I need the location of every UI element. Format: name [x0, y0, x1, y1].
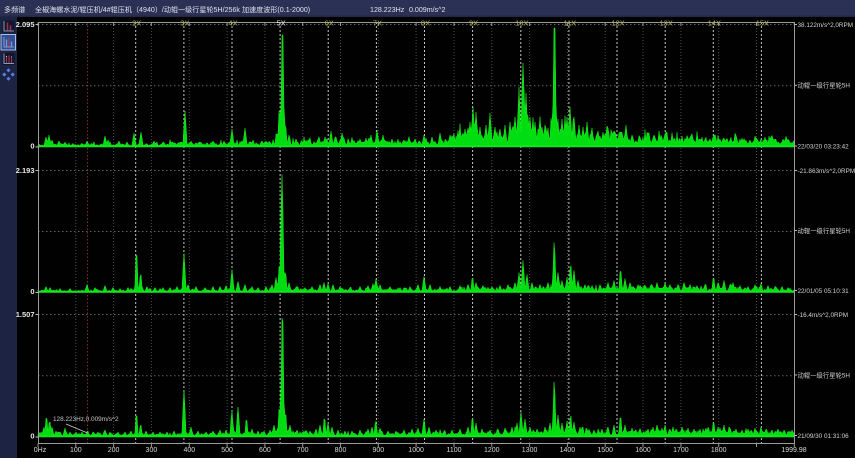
svg-text:600: 600 — [259, 447, 271, 454]
svg-text:8X: 8X — [421, 19, 430, 28]
svg-text:1500: 1500 — [597, 447, 613, 454]
svg-text:500: 500 — [221, 447, 233, 454]
svg-text:1400: 1400 — [560, 447, 576, 454]
svg-text:3X: 3X — [180, 19, 189, 28]
svg-text:22/01/05 05:10:31: 22/01/05 05:10:31 — [798, 288, 850, 295]
svg-text:0: 0 — [30, 432, 34, 441]
svg-text:0: 0 — [30, 287, 34, 296]
svg-text:9X: 9X — [469, 19, 478, 28]
svg-text:15X: 15X — [756, 19, 769, 28]
svg-text:22/03/20 03:23:42: 22/03/20 03:23:42 — [798, 143, 850, 150]
svg-text:2X: 2X — [132, 19, 141, 28]
svg-text:128.223Hz: 128.223Hz — [370, 6, 405, 14]
svg-text:21/09/30 01:31:06: 21/09/30 01:31:06 — [798, 433, 850, 440]
svg-text:900: 900 — [372, 447, 384, 454]
svg-text:11X: 11X — [564, 19, 577, 28]
svg-text:800: 800 — [335, 447, 347, 454]
svg-text:1.507: 1.507 — [16, 310, 35, 319]
svg-text:1800: 1800 — [711, 447, 727, 454]
svg-text:-16.4m/s^2,0RPM: -16.4m/s^2,0RPM — [798, 312, 849, 319]
svg-text:1100: 1100 — [446, 447, 461, 454]
svg-text:10X: 10X — [515, 19, 528, 28]
svg-text:200: 200 — [108, 447, 120, 454]
svg-text:全椒海螺水泥/辊压机/4#辊压机（4940）/动辊一级行星轮: 全椒海螺水泥/辊压机/4#辊压机（4940）/动辊一级行星轮5H/256k 加速… — [35, 5, 310, 14]
svg-text:1000: 1000 — [408, 447, 424, 454]
svg-text:5X: 5X — [277, 19, 286, 28]
svg-text:7X: 7X — [373, 19, 382, 28]
svg-text:0Hz: 0Hz — [34, 447, 47, 454]
svg-text:128.223Hz,0.009m/s^2: 128.223Hz,0.009m/s^2 — [53, 416, 119, 423]
svg-text:1999.98: 1999.98 — [781, 447, 806, 454]
svg-text:300: 300 — [146, 447, 158, 454]
svg-text:2.095: 2.095 — [16, 20, 35, 29]
svg-text:12X: 12X — [611, 19, 624, 28]
svg-text:动辊一级行星轮5H: 动辊一级行星轮5H — [798, 226, 851, 235]
svg-text:700: 700 — [297, 447, 309, 454]
svg-text:1200: 1200 — [484, 447, 500, 454]
svg-text:14X: 14X — [708, 19, 721, 28]
svg-text:38.122m/s^2,0RPM: 38.122m/s^2,0RPM — [798, 22, 854, 29]
svg-text:1300: 1300 — [522, 447, 538, 454]
svg-text:0.009m/s^2: 0.009m/s^2 — [409, 6, 446, 14]
svg-text:2.193: 2.193 — [16, 166, 35, 175]
svg-text:多频谱: 多频谱 — [4, 5, 25, 14]
svg-text:1700: 1700 — [673, 447, 689, 454]
svg-text:400: 400 — [183, 447, 195, 454]
svg-text:13X: 13X — [660, 19, 673, 28]
svg-text:0: 0 — [30, 142, 34, 151]
svg-text:动辊一级行星轮5H: 动辊一级行星轮5H — [798, 81, 851, 90]
svg-text:动辊一级行星轮5H: 动辊一级行星轮5H — [798, 370, 851, 379]
svg-text:6X: 6X — [325, 19, 334, 28]
svg-text:-21.863m/s^2,0RPM: -21.863m/s^2,0RPM — [798, 168, 855, 175]
svg-text:100: 100 — [70, 447, 82, 454]
svg-text:4X: 4X — [228, 19, 237, 28]
svg-text:1600: 1600 — [635, 447, 651, 454]
